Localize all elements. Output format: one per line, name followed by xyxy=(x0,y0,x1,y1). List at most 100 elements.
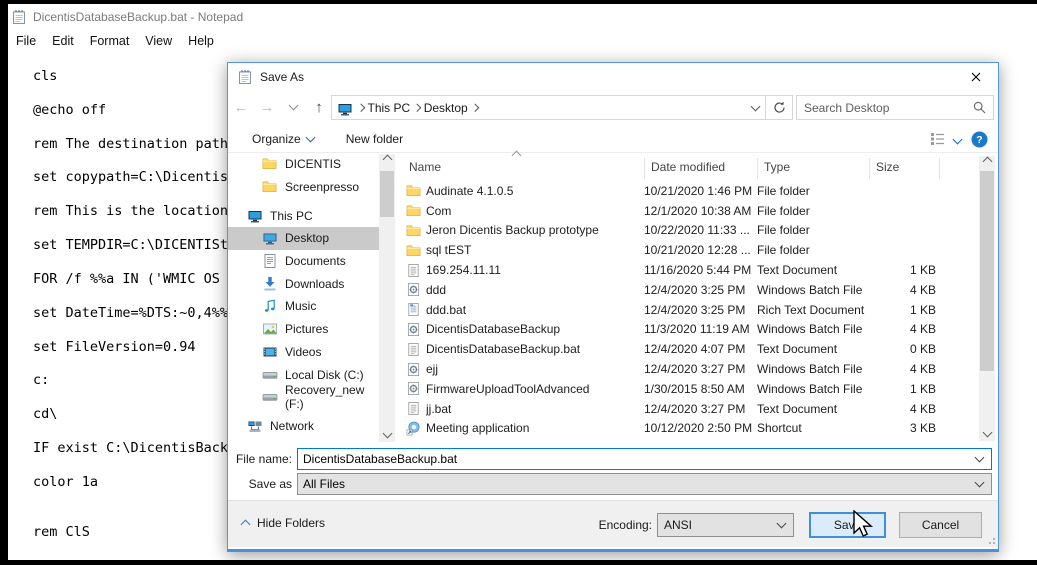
sidebar-scrollbar[interactable] xyxy=(379,154,395,442)
scroll-up-icon[interactable] xyxy=(383,155,393,165)
column-header-type[interactable]: Type xyxy=(764,160,790,174)
column-divider[interactable] xyxy=(757,158,758,179)
search-icon[interactable] xyxy=(973,101,986,114)
sidebar-item-label: Music xyxy=(285,299,316,313)
file-row[interactable]: Audinate 4.1.0.5 10/21/2020 1:46 PM File… xyxy=(398,181,979,201)
sidebar-item-label: Desktop xyxy=(285,231,329,245)
chevron-down-icon[interactable] xyxy=(953,134,963,144)
file-row[interactable]: ejj 12/4/2020 3:27 PM Windows Batch File… xyxy=(398,359,979,379)
menu-view[interactable]: View xyxy=(137,32,180,50)
chevron-down-icon[interactable] xyxy=(975,453,985,463)
file-row[interactable]: ddd.bat 12/4/2020 3:25 PM Rich Text Docu… xyxy=(398,300,979,320)
file-row[interactable]: DicentisDatabaseBackup.bat 12/4/2020 4:0… xyxy=(398,339,979,359)
new-folder-button[interactable]: New folder xyxy=(338,129,411,149)
close-icon xyxy=(971,72,981,82)
help-icon[interactable]: ? xyxy=(971,131,988,148)
sidebar-item[interactable]: Downloads xyxy=(228,272,379,295)
column-divider[interactable] xyxy=(939,158,940,179)
encoding-dropdown[interactable]: ANSI xyxy=(657,513,794,537)
hide-folders-button[interactable]: Hide Folders xyxy=(242,516,325,530)
file-row[interactable]: ddd 12/4/2020 3:25 PM Windows Batch File… xyxy=(398,280,979,300)
sidebar-item[interactable]: Videos xyxy=(228,341,379,364)
address-bar[interactable]: This PC Desktop xyxy=(331,95,793,120)
file-row[interactable]: DicentisDatabaseBackup 11/3/2020 11:19 A… xyxy=(398,320,979,340)
sidebar-item[interactable]: Music xyxy=(228,295,379,318)
sidebar-item[interactable]: This PC xyxy=(228,204,379,227)
file-size: 3 KB xyxy=(869,421,936,435)
notepad-window-title: DicentisDatabaseBackup.bat - Notepad xyxy=(33,10,243,24)
file-row[interactable]: Jeron Dicentis Backup prototype 10/22/20… xyxy=(398,221,979,241)
scroll-down-icon[interactable] xyxy=(383,429,393,439)
sidebar-item[interactable]: Network xyxy=(228,415,379,438)
sidebar-item[interactable]: Pictures xyxy=(228,318,379,341)
list-scrollbar[interactable] xyxy=(979,156,995,441)
sidebar-item-label: Videos xyxy=(285,345,321,359)
resize-grip-icon[interactable] xyxy=(987,536,995,544)
up-button[interactable]: ↑ xyxy=(306,95,332,119)
organize-button[interactable]: Organize xyxy=(244,129,322,149)
close-button[interactable] xyxy=(953,63,998,91)
breadcrumb-separator-icon xyxy=(413,104,421,112)
scroll-up-icon[interactable] xyxy=(983,157,993,167)
column-header-size[interactable]: Size xyxy=(876,160,899,174)
scrollbar-thumb[interactable] xyxy=(980,171,994,371)
menu-help[interactable]: Help xyxy=(180,32,222,50)
forward-button[interactable]: → xyxy=(254,95,280,119)
file-row[interactable]: 169.254.11.11 11/16/2020 5:44 PM Text Do… xyxy=(398,260,979,280)
dialog-title: Save As xyxy=(260,70,304,84)
sidebar-item[interactable]: Recovery_new (F:) xyxy=(228,386,379,409)
address-dropdown-icon[interactable] xyxy=(751,101,761,111)
dialog-titlebar: Save As xyxy=(228,63,998,91)
menu-file[interactable]: File xyxy=(8,32,44,50)
sidebar-item-label: This PC xyxy=(270,209,313,223)
save-as-type-dropdown[interactable]: All Files xyxy=(297,473,992,495)
view-options-icon[interactable] xyxy=(930,132,946,146)
file-row[interactable]: Meeting application 10/12/2020 2:50 PM S… xyxy=(398,419,979,439)
file-date-modified: 10/12/2020 2:50 PM xyxy=(644,421,757,435)
search-input[interactable] xyxy=(797,100,973,116)
file-row[interactable]: Com 12/1/2020 10:38 AM File folder xyxy=(398,201,979,221)
breadcrumb-this-pc[interactable]: This PC xyxy=(368,101,411,115)
cancel-button[interactable]: Cancel xyxy=(899,512,982,538)
file-list: Audinate 4.1.0.5 10/21/2020 1:46 PM File… xyxy=(398,181,979,438)
encoding-label: Encoding: xyxy=(598,518,652,532)
refresh-button[interactable] xyxy=(766,96,792,119)
dialog-toolbar: Organize New folder ? xyxy=(228,126,998,153)
back-button[interactable]: ← xyxy=(228,95,254,119)
back-arrow-icon: ← xyxy=(234,99,249,116)
up-arrow-icon: ↑ xyxy=(315,99,323,116)
new-folder-label: New folder xyxy=(346,132,403,146)
menu-edit[interactable]: Edit xyxy=(44,32,82,50)
sidebar-item-icon xyxy=(262,389,278,405)
sidebar-item-label: Local Disk (C:) xyxy=(285,368,364,382)
scroll-down-icon[interactable] xyxy=(983,428,993,438)
scrollbar-thumb[interactable] xyxy=(380,171,394,217)
recent-locations-button[interactable] xyxy=(280,95,306,119)
sidebar-item[interactable]: Documents xyxy=(228,250,379,273)
sidebar-item-label: Network xyxy=(270,419,314,433)
file-row[interactable]: FirmwareUploadToolAdvanced 1/30/2015 8:5… xyxy=(398,379,979,399)
file-date-modified: 12/4/2020 3:27 PM xyxy=(644,402,757,416)
sidebar-item[interactable]: DICENTIS xyxy=(228,153,379,176)
file-type-icon xyxy=(398,183,426,198)
column-divider[interactable] xyxy=(644,158,645,179)
breadcrumb-desktop[interactable]: Desktop xyxy=(424,101,468,115)
chevron-down-icon xyxy=(777,519,787,529)
forward-arrow-icon: → xyxy=(260,99,275,116)
cancel-button-label: Cancel xyxy=(922,518,959,532)
file-name-input[interactable] xyxy=(298,451,976,467)
column-divider[interactable] xyxy=(869,158,870,179)
sidebar-item[interactable]: Screenpresso xyxy=(228,176,379,199)
sidebar-item-label: Downloads xyxy=(285,277,344,291)
file-date-modified: 1/30/2015 8:50 AM xyxy=(644,382,757,396)
column-header-name[interactable]: Name xyxy=(409,160,441,174)
menu-format[interactable]: Format xyxy=(82,32,138,50)
save-as-type-value: All Files xyxy=(303,477,345,491)
sidebar-item[interactable]: Desktop xyxy=(228,227,379,250)
mouse-cursor xyxy=(852,510,878,538)
column-header-date-modified[interactable]: Date modified xyxy=(651,160,725,174)
list-header: Name Date modified Type Size xyxy=(398,156,979,181)
file-row[interactable]: sql tEST 10/21/2020 12:28 ... File folde… xyxy=(398,240,979,260)
search-box xyxy=(796,95,994,120)
file-row[interactable]: jj.bat 12/4/2020 3:27 PM Text Document 4… xyxy=(398,399,979,419)
